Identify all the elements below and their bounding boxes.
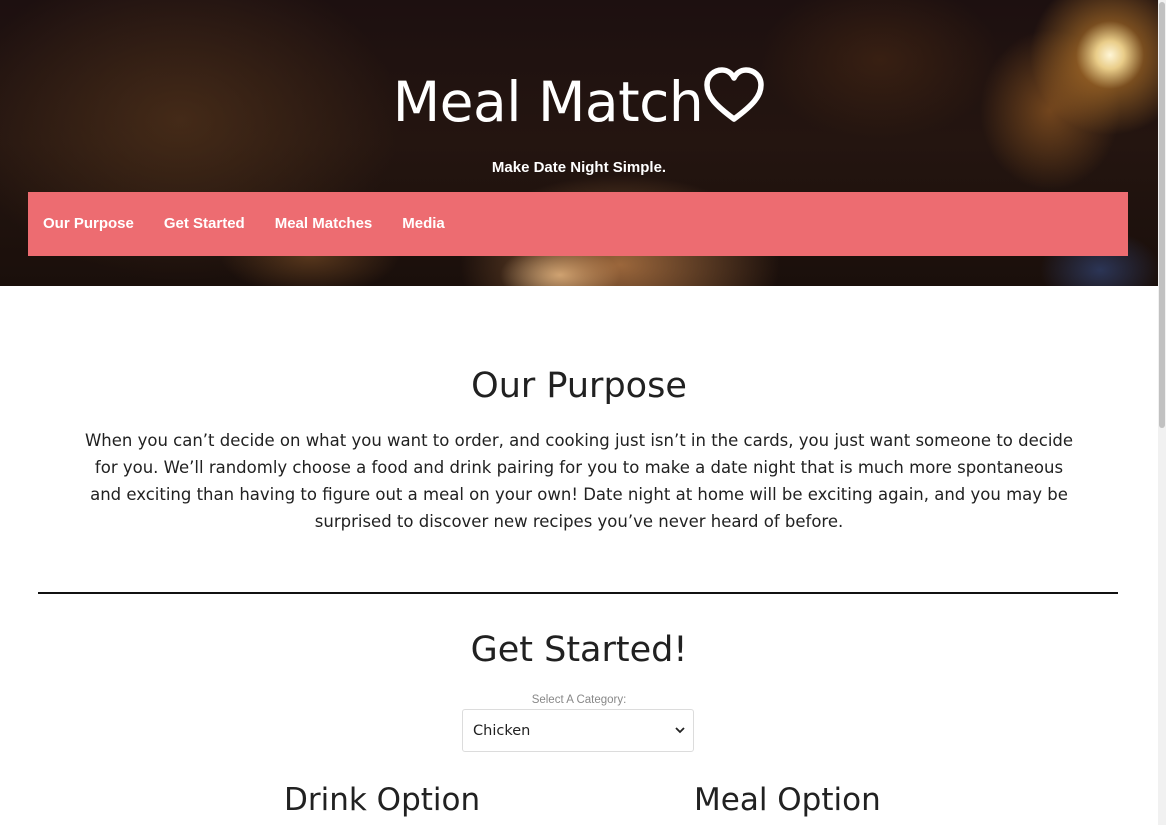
main-nav: Our Purpose Get Started Meal Matches Med… <box>28 192 1128 256</box>
page-scrollbar[interactable] <box>1158 0 1166 825</box>
purpose-text: When you can’t decide on what you want t… <box>84 431 1074 531</box>
nav-link-our-purpose[interactable]: Our Purpose <box>43 214 134 234</box>
meal-option-heading: Meal Option <box>694 782 881 818</box>
tagline: Make Date Night Simple. <box>491 159 667 176</box>
get-started-heading: Get Started! <box>470 630 688 670</box>
nav-link-get-started[interactable]: Get Started <box>164 214 245 234</box>
nav-link-meal-matches[interactable]: Meal Matches <box>275 214 373 234</box>
drink-option-heading: Drink Option <box>284 782 481 818</box>
chevron-down-icon <box>675 727 685 734</box>
site-title: Meal Match <box>0 66 1158 138</box>
hero-banner: Meal Match Make Date Night Simple. Our P… <box>0 0 1158 286</box>
site-title-text: Meal Match <box>392 70 704 134</box>
nav-link-media[interactable]: Media <box>402 214 445 234</box>
scrollbar-thumb[interactable] <box>1159 2 1165 428</box>
heart-icon <box>704 67 765 122</box>
category-select-label: Select A Category: <box>531 694 627 706</box>
category-select-value: Chicken <box>473 722 531 739</box>
purpose-heading: Our Purpose <box>471 366 687 406</box>
category-select[interactable]: Chicken <box>462 709 694 752</box>
section-divider <box>38 592 1118 594</box>
